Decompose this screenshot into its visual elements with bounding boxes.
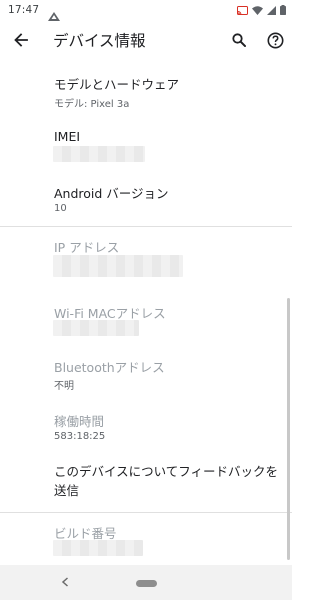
battery-icon	[280, 5, 286, 15]
status-time: 17:47	[8, 4, 40, 16]
list-item-build-number: ビルド番号	[0, 518, 292, 562]
list-item-title: Android バージョン	[54, 186, 169, 201]
list-item-bluetooth-address: Bluetoothアドレス 不明	[0, 352, 292, 396]
list-item-subtitle: 583:18:25	[54, 431, 106, 442]
wifi-icon	[252, 5, 263, 15]
divider	[0, 226, 292, 227]
redacted-value	[53, 146, 145, 162]
list-item-android-version[interactable]: Android バージョン 10	[0, 178, 292, 222]
settings-list: モデルとハードウェア モデル: Pixel 3a IMEI Android バー…	[0, 60, 292, 565]
cast-icon	[237, 5, 248, 15]
search-icon[interactable]	[226, 27, 252, 53]
list-item-title: このデバイスについてフィードバックを送信	[54, 464, 279, 498]
app-bar: デバイス情報	[0, 20, 292, 60]
status-bar: 17:47	[0, 0, 292, 21]
redacted-value	[53, 255, 183, 277]
list-item-subtitle: モデル: Pixel 3a	[54, 99, 130, 110]
drive-upload-icon	[48, 6, 61, 21]
list-item-ip-address: IP アドレス	[0, 232, 292, 282]
back-arrow-icon[interactable]	[8, 27, 34, 53]
list-item-model-hardware[interactable]: モデルとハードウェア モデル: Pixel 3a	[0, 70, 292, 114]
list-item-send-feedback[interactable]: このデバイスについてフィードバックを送信	[0, 462, 292, 508]
cellular-signal-icon	[267, 5, 276, 15]
list-item-uptime: 稼働時間 583:18:25	[0, 406, 292, 450]
divider	[0, 512, 292, 513]
list-item-wifi-mac: Wi-Fi MACアドレス	[0, 298, 292, 342]
list-item-title: 稼働時間	[54, 414, 105, 429]
page-title: デバイス情報	[53, 32, 146, 50]
navigation-bar	[0, 565, 292, 600]
redacted-value	[53, 320, 139, 336]
list-item-title: IMEI	[54, 129, 81, 144]
nav-back-icon[interactable]	[58, 575, 72, 589]
list-item-imei[interactable]: IMEI	[0, 124, 292, 168]
list-item-title: Bluetoothアドレス	[54, 360, 165, 375]
home-pill-icon[interactable]	[136, 580, 157, 587]
help-icon[interactable]	[262, 27, 288, 53]
scrollbar[interactable]	[287, 298, 290, 560]
list-item-subtitle: 10	[54, 203, 67, 214]
list-item-subtitle: 不明	[54, 381, 74, 392]
redacted-value	[53, 540, 143, 556]
list-item-title: IP アドレス	[54, 240, 120, 255]
list-item-title: モデルとハードウェア	[54, 77, 180, 92]
